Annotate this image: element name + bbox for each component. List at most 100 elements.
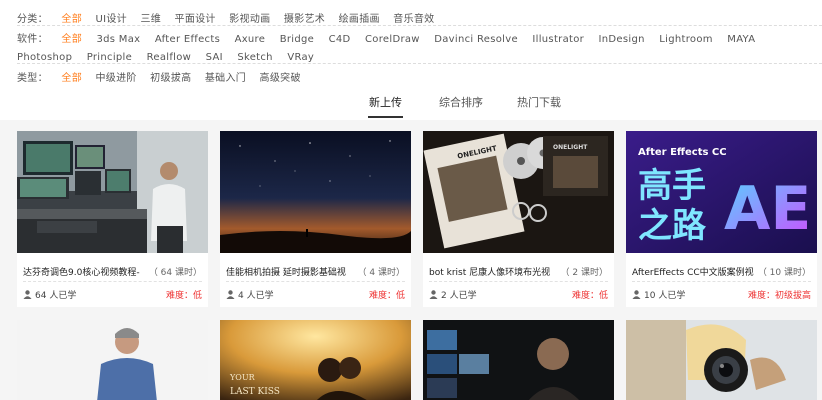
type-option-intermediate[interactable]: 中级进阶 [95,69,136,84]
software-option-axure[interactable]: Axure [235,31,266,49]
learner-count: 2 人已学 [429,288,477,301]
course-thumbnail[interactable] [220,131,411,253]
software-option-coreldraw[interactable]: CorelDraw [365,31,420,49]
category-filter-row: 分类： 全部 UI设计 三维 平面设计 影视动画 摄影艺术 绘画插画 音乐音效 [17,10,444,25]
lesson-count: （ 64 课时） [148,268,202,278]
software-option-3dsmax[interactable]: 3ds Max [96,31,140,49]
course-card[interactable]: YOUR LAST KISS [220,320,411,400]
svg-text:高手: 高手 [638,166,706,206]
course-thumbnail[interactable] [17,131,208,253]
tab-overall-sort[interactable]: 综合排序 [439,94,483,110]
software-option-aftereffects[interactable]: After Effects [155,31,220,49]
software-option-maya[interactable]: MAYA [727,31,755,49]
user-icon [429,290,438,299]
learner-count: 4 人已学 [226,288,274,301]
type-label: 类型： [17,73,48,84]
course-title[interactable]: bot krist 尼康人像环境布光视 [429,265,554,278]
course-card[interactable]: After Effects CC 高手 之路 AE AfterEffects C… [626,131,817,307]
course-title[interactable]: AfterEffects CC中文版案例视 [632,265,757,278]
software-option-davinci[interactable]: Davinci Resolve [434,31,518,49]
category-option-photo[interactable]: 摄影艺术 [284,10,325,25]
user-icon [23,290,32,299]
user-icon [226,290,235,299]
learner-count: 64 人已学 [23,288,76,301]
divider [17,63,822,64]
sort-tabs: 新上传 综合排序 热门下载 [0,94,822,120]
course-card[interactable] [626,320,817,400]
software-option-c4d[interactable]: C4D [329,31,351,49]
difficulty-level: 难度：低 [571,291,608,301]
course-card[interactable]: 佳能相机拍摄 延时摄影基础视 （ 4 课时） 4 人已学 难度：低 [220,131,411,307]
tab-new-upload[interactable]: 新上传 [368,94,403,118]
type-filter-row: 类型： 全部 中级进阶 初级拔高 基础入门 高级突破 [17,69,311,84]
photographer-camera-image [626,320,817,400]
lesson-count: （ 2 课时） [560,268,608,278]
course-thumbnail[interactable] [423,320,614,400]
type-option-basic[interactable]: 基础入门 [205,69,246,84]
color-grading-studio-image [17,131,208,253]
type-option-all[interactable]: 全部 [61,69,82,84]
software-option-all[interactable]: 全部 [61,31,82,49]
course-thumbnail[interactable]: ONELIGHT ONELIGHT [423,131,614,253]
lesson-count: （ 4 课时） [357,268,405,278]
software-option-bridge[interactable]: Bridge [280,31,314,49]
learner-count-text: 4 人已学 [238,291,274,301]
course-thumbnail[interactable] [626,320,817,400]
course-title[interactable]: 佳能相机拍摄 延时摄影基础视 [226,265,351,278]
software-option-illustrator[interactable]: Illustrator [532,31,584,49]
svg-text:ONELIGHT: ONELIGHT [553,144,588,151]
category-option-3d[interactable]: 三维 [140,10,161,25]
divider [429,281,608,282]
tab-hot-download[interactable]: 热门下载 [517,94,561,110]
learner-count-text: 2 人已学 [441,291,477,301]
software-option-lightroom[interactable]: Lightroom [659,31,713,49]
difficulty-level: 难度：初级拔高 [747,291,811,301]
divider [23,281,202,282]
course-card[interactable]: ONELIGHT ONELIGHT bot krist 尼康人像环境布光视 （ … [423,131,614,307]
software-option-principle[interactable]: Principle [87,49,132,67]
instructor-image [17,320,208,400]
category-option-all[interactable]: 全部 [61,10,82,25]
software-option-vray[interactable]: VRay [287,49,314,67]
software-option-sai[interactable]: SAI [206,49,223,67]
category-option-animation[interactable]: 影视动画 [229,10,270,25]
course-thumbnail[interactable]: YOUR LAST KISS [220,320,411,400]
course-card[interactable] [423,320,614,400]
night-sky-image [220,131,411,253]
course-card[interactable] [17,320,208,400]
software-option-indesign[interactable]: InDesign [599,31,645,49]
svg-text:AE: AE [724,174,811,244]
course-title[interactable]: 达芬奇调色9.0核心视频教程- [23,265,148,278]
software-option-realflow[interactable]: Realflow [147,49,192,67]
course-card[interactable]: 达芬奇调色9.0核心视频教程- （ 64 课时） 64 人已学 难度：低 [17,131,208,307]
category-option-graphic[interactable]: 平面设计 [175,10,216,25]
type-option-beginner-plus[interactable]: 初级拔高 [150,69,191,84]
user-icon [632,290,641,299]
category-option-music[interactable]: 音乐音效 [393,10,434,25]
divider [226,281,405,282]
software-label: 软件： [17,34,48,45]
category-option-ui[interactable]: UI设计 [95,10,126,25]
svg-text:LAST KISS: LAST KISS [230,387,280,397]
after-effects-cover-image: After Effects CC 高手 之路 AE [626,131,817,253]
software-option-sketch[interactable]: Sketch [237,49,273,67]
difficulty-level: 难度：低 [165,291,202,301]
type-option-advanced[interactable]: 高级突破 [260,69,301,84]
svg-text:After Effects CC: After Effects CC [638,147,727,158]
learner-count-text: 64 人已学 [35,291,77,301]
filter-panel: 分类： 全部 UI设计 三维 平面设计 影视动画 摄影艺术 绘画插画 音乐音效 … [0,0,822,120]
course-thumbnail[interactable] [17,320,208,400]
divider [17,25,822,26]
svg-text:YOUR: YOUR [229,373,256,382]
learner-count-text: 10 人已学 [644,291,686,301]
software-option-photoshop[interactable]: Photoshop [17,49,72,67]
last-kiss-image: YOUR LAST KISS [220,320,411,400]
category-option-painting[interactable]: 绘画插画 [339,10,380,25]
lesson-count: （ 10 课时） [757,268,811,278]
learner-count: 10 人已学 [632,288,685,301]
course-thumbnail[interactable]: After Effects CC 高手 之路 AE [626,131,817,253]
divider [632,281,811,282]
software-filter-row: 软件： 全部 3ds Max After Effects Axure Bridg… [17,31,817,67]
difficulty-level: 难度：低 [368,291,405,301]
onelight-dvd-image: ONELIGHT ONELIGHT [423,131,614,253]
